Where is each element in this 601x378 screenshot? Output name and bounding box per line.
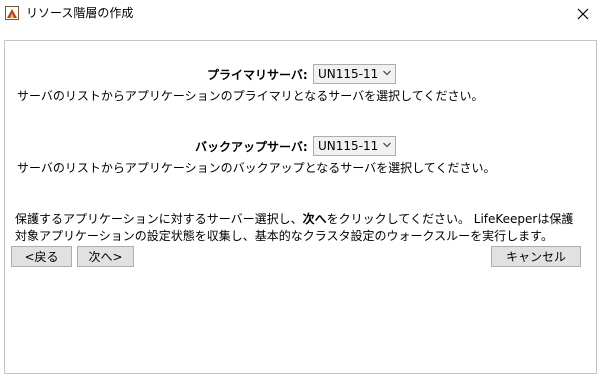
chevron-down-icon [383,70,391,76]
chevron-down-icon [383,142,391,148]
app-icon [5,6,19,20]
close-icon [577,8,589,20]
title-bar: リソース階層の作成 [0,0,601,30]
primary-server-select[interactable]: UN115-11 [313,64,396,84]
backup-server-description: サーバのリストからアプリケーションのバックアップとなるサーバを選択してください。 [17,161,496,175]
window-title: リソース階層の作成 [26,6,134,20]
instruction-text: 保護するアプリケーションに対するサーバー選択し、次へをクリックしてください。 L… [15,211,591,245]
primary-server-label: プライマリサーバ: [207,68,308,82]
next-button[interactable]: 次へ> [77,246,134,267]
instruction-line-2: 対象アプリケーションの設定状態を収集し、基本的なクラスタ設定のウォークスルーを実… [15,229,553,243]
close-button[interactable] [565,0,601,28]
back-button[interactable]: <戻る [11,246,72,267]
backup-server-select[interactable]: UN115-11 [313,136,396,156]
dialog-panel: プライマリサーバ: UN115-11 サーバのリストからアプリケーションのプライ… [4,40,597,374]
backup-server-label: バックアップサーバ: [195,140,308,154]
cancel-button[interactable]: キャンセル [491,246,581,267]
instruction-line-1: 保護するアプリケーションに対するサーバー選択し、次へをクリックしてください。 L… [15,212,574,226]
primary-server-value: UN115-11 [318,67,379,81]
next-emphasis: 次へ [302,212,327,226]
primary-server-description: サーバのリストからアプリケーションのプライマリとなるサーバを選択してください。 [17,89,484,103]
backup-server-value: UN115-11 [318,139,379,153]
